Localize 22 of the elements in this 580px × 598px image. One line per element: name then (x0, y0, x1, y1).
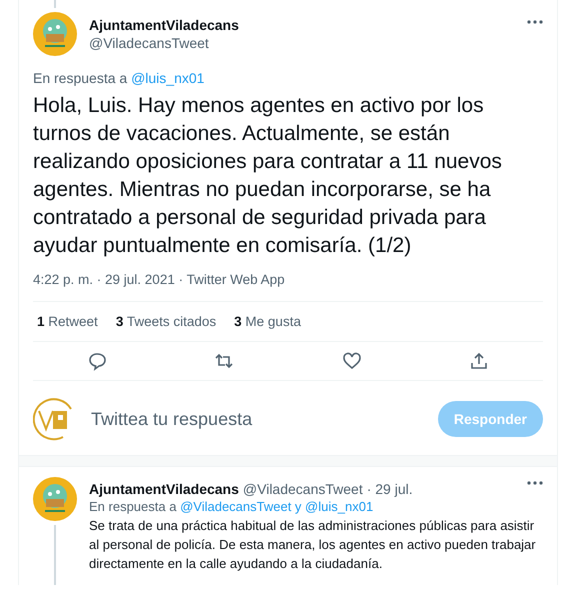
stat-link[interactable]: 3 Me gusta (234, 314, 301, 329)
reply-to-label: En respuesta a (89, 499, 176, 514)
retweet-icon[interactable] (214, 351, 234, 371)
tweet-text: Se trata de una práctica habitual de las administraciones públicas para asistir al personal de policía. De esta manera, los agentes en activo pueden trabajar directamente en la calle ayudando a la ciudadanía. (89, 517, 537, 573)
tweet-date[interactable]: · 29 jul. (366, 481, 413, 497)
reply-input-field[interactable]: Twittea tu respuesta (89, 408, 426, 430)
share-icon[interactable] (469, 351, 490, 371)
stat-link[interactable]: 1 Retweet (37, 314, 98, 329)
tweet-text: Hola, Luis. Hay menos agentes en activo por los turnos de vacaciones. Actualmente, se están realizando oposiciones para contratar a 11 nuevos agentes. Mientras no puedan incorporarse, se ha contratado a personal de seguridad privada para ayudar puntualmente en comisaría. (1/2) (33, 93, 503, 259)
reply-to-label: En respuesta a (33, 70, 128, 86)
like-icon[interactable] (342, 351, 362, 371)
reply-icon[interactable] (86, 351, 107, 371)
account-name[interactable]: AjuntamentViladecans (89, 17, 515, 33)
account-handle[interactable]: @ViladecansTweet (89, 35, 515, 51)
more-icon[interactable] (527, 481, 543, 485)
stat-link[interactable]: 3 Tweets citados (116, 314, 216, 329)
account-name[interactable]: AjuntamentViladecans (89, 481, 239, 497)
avatar[interactable] (33, 12, 77, 56)
tweet-timestamp: 4:22 p. m. · 29 jul. 2021 · Twitter Web App (33, 272, 286, 287)
avatar[interactable] (33, 477, 77, 521)
account-handle[interactable]: @ViladecansTweet (242, 481, 363, 497)
more-icon[interactable] (527, 20, 543, 24)
